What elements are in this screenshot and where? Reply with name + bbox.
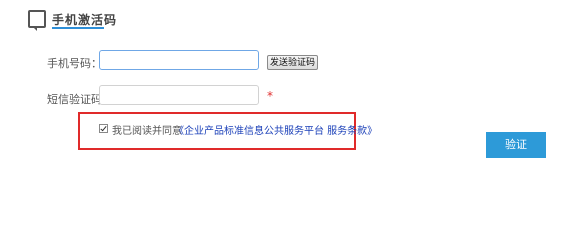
phone-input[interactable]: [99, 50, 259, 70]
terms-link[interactable]: 《企业产品标准信息公共服务平台 服务条款》: [174, 122, 377, 137]
send-code-button[interactable]: 发送验证码: [267, 55, 319, 70]
mobile-phone-icon: [28, 10, 46, 31]
page-title: 手机激活码: [52, 13, 118, 27]
verify-button[interactable]: 验证: [486, 132, 546, 158]
required-mark: *: [267, 89, 273, 103]
title-underline: [52, 27, 104, 29]
agreement-text: 我已阅读并同意: [112, 126, 182, 137]
sms-code-input[interactable]: [99, 85, 259, 105]
agreement-checkbox[interactable]: [99, 124, 108, 133]
phone-label: 手机号码：: [47, 57, 102, 70]
